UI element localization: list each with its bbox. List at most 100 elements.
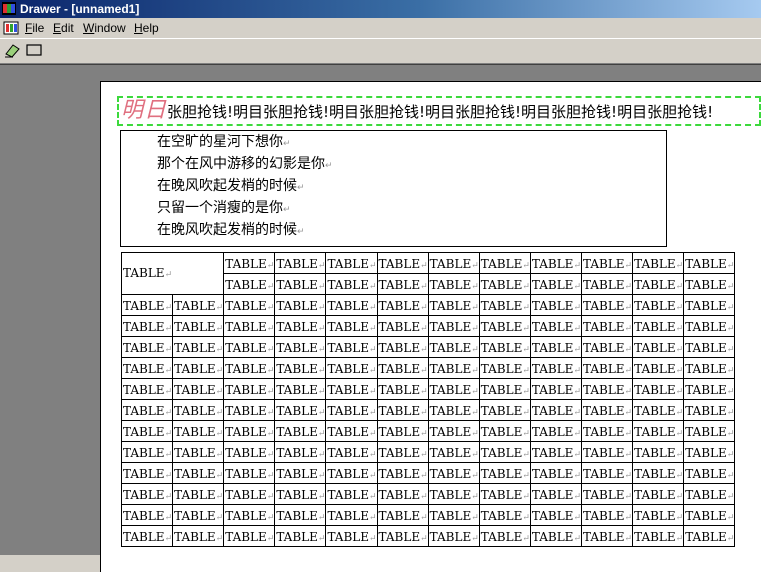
table-cell[interactable]: TABLE↵ <box>683 273 736 295</box>
table-cell[interactable]: TABLE↵ <box>580 504 634 526</box>
table-cell[interactable]: TABLE↵ <box>120 399 174 421</box>
table-cell[interactable]: TABLE↵ <box>427 357 480 379</box>
table-cell[interactable]: TABLE↵ <box>172 336 225 358</box>
table-cell[interactable]: TABLE↵ <box>274 294 327 316</box>
table-cell[interactable]: TABLE↵ <box>376 315 429 337</box>
table-cell[interactable]: TABLE↵ <box>376 399 429 421</box>
menu-window[interactable]: Window <box>81 18 128 38</box>
table-cell[interactable]: TABLE↵ <box>274 315 327 337</box>
table-cell[interactable]: TABLE↵ <box>223 378 276 400</box>
table-cell[interactable]: TABLE↵ <box>325 273 378 295</box>
table-cell[interactable]: TABLE↵ <box>376 357 429 379</box>
table-cell[interactable]: TABLE↵ <box>274 525 327 547</box>
table-cell[interactable]: TABLE↵ <box>632 441 685 463</box>
table-cell[interactable]: TABLE↵ <box>683 525 736 547</box>
table-cell[interactable]: TABLE↵ <box>632 252 685 274</box>
table-cell[interactable]: TABLE↵ <box>529 315 582 337</box>
table-cell[interactable]: TABLE↵ <box>223 525 276 547</box>
table-cell[interactable]: TABLE↵ <box>529 357 582 379</box>
table-cell[interactable]: TABLE↵ <box>529 462 582 484</box>
table-cell[interactable]: TABLE↵ <box>223 462 276 484</box>
table-cell[interactable]: TABLE↵ <box>478 420 531 442</box>
table-cell[interactable]: TABLE↵ <box>683 252 736 274</box>
table-cell[interactable]: TABLE↵ <box>376 525 429 547</box>
table-cell[interactable]: TABLE↵ <box>172 441 225 463</box>
table-cell[interactable]: TABLE↵ <box>325 483 378 505</box>
table-cell[interactable]: TABLE↵ <box>632 483 685 505</box>
table-cell[interactable]: TABLE↵ <box>325 441 378 463</box>
table-cell[interactable]: TABLE↵ <box>223 504 276 526</box>
table-cell[interactable]: TABLE↵ <box>427 483 480 505</box>
table-cell[interactable]: TABLE↵ <box>223 483 276 505</box>
table-cell[interactable]: TABLE↵ <box>478 357 531 379</box>
table-cell[interactable]: TABLE↵ <box>478 462 531 484</box>
table-cell[interactable]: TABLE↵ <box>683 357 736 379</box>
table-cell[interactable]: TABLE↵ <box>683 294 736 316</box>
table-cell[interactable]: TABLE↵ <box>580 441 634 463</box>
table-cell[interactable]: TABLE↵ <box>683 399 736 421</box>
table-cell[interactable]: TABLE↵ <box>325 315 378 337</box>
data-table[interactable]: TABLE↵ TABLE↵ TABLE↵ TABLE↵ TABLE↵ TABLE↵ TABL… <box>120 252 736 547</box>
table-cell[interactable]: TABLE↵ <box>580 378 634 400</box>
table-cell[interactable]: TABLE↵ <box>223 252 276 274</box>
table-cell[interactable]: TABLE↵ <box>120 441 174 463</box>
table-cell[interactable]: TABLE↵ <box>478 399 531 421</box>
table-cell[interactable]: TABLE↵ <box>172 525 225 547</box>
table-cell[interactable]: TABLE↵ <box>580 252 634 274</box>
table-cell[interactable]: TABLE↵ <box>172 294 225 316</box>
table-cell[interactable]: TABLE↵ <box>274 441 327 463</box>
table-cell[interactable]: TABLE↵ <box>223 420 276 442</box>
table-cell[interactable]: TABLE↵ <box>427 525 480 547</box>
table-cell[interactable]: TABLE↵ <box>223 315 276 337</box>
table-cell[interactable]: TABLE↵ <box>427 399 480 421</box>
table-cell[interactable]: TABLE↵ <box>529 399 582 421</box>
table-cell[interactable]: TABLE↵ <box>580 420 634 442</box>
table-cell[interactable]: TABLE↵ <box>223 357 276 379</box>
table-cell[interactable]: TABLE↵ <box>529 294 582 316</box>
table-cell[interactable]: TABLE↵ <box>274 504 327 526</box>
table-cell[interactable]: TABLE↵ <box>376 294 429 316</box>
table-cell[interactable]: TABLE↵ <box>172 399 225 421</box>
table-cell[interactable]: TABLE↵ <box>274 357 327 379</box>
table-cell[interactable]: TABLE↵ <box>376 273 429 295</box>
table-cell[interactable]: TABLE↵ <box>120 315 174 337</box>
table-cell[interactable]: TABLE↵ <box>120 462 174 484</box>
table-cell[interactable]: TABLE↵ <box>120 357 174 379</box>
table-cell[interactable]: TABLE↵ <box>632 273 685 295</box>
table-cell[interactable]: TABLE↵ <box>120 252 225 295</box>
poem-text-box[interactable]: 在空旷的星河下想你↵ 那个在风中游移的幻影是你↵ 在晚风吹起发梢的时候↵ 只留一… <box>120 130 667 247</box>
table-cell[interactable]: TABLE↵ <box>683 504 736 526</box>
table-cell[interactable]: TABLE↵ <box>120 378 174 400</box>
table-cell[interactable]: TABLE↵ <box>120 336 174 358</box>
table-cell[interactable]: TABLE↵ <box>683 378 736 400</box>
table-cell[interactable]: TABLE↵ <box>120 525 174 547</box>
table-cell[interactable]: TABLE↵ <box>376 420 429 442</box>
table-cell[interactable]: TABLE↵ <box>632 399 685 421</box>
document-icon[interactable] <box>3 21 19 35</box>
table-cell[interactable]: TABLE↵ <box>580 336 634 358</box>
table-cell[interactable]: TABLE↵ <box>683 336 736 358</box>
table-cell[interactable]: TABLE↵ <box>325 336 378 358</box>
table-cell[interactable]: TABLE↵ <box>632 462 685 484</box>
table-cell[interactable]: TABLE↵ <box>325 420 378 442</box>
menu-help[interactable]: Help <box>132 18 161 38</box>
table-cell[interactable]: TABLE↵ <box>223 273 276 295</box>
table-cell[interactable]: TABLE↵ <box>580 525 634 547</box>
table-cell[interactable]: TABLE↵ <box>376 483 429 505</box>
table-cell[interactable]: TABLE↵ <box>120 483 174 505</box>
table-cell[interactable]: TABLE↵ <box>632 504 685 526</box>
menu-file[interactable]: File <box>23 18 46 38</box>
table-cell[interactable]: TABLE↵ <box>325 462 378 484</box>
table-cell[interactable]: TABLE↵ <box>529 252 582 274</box>
table-cell[interactable]: TABLE↵ <box>325 252 378 274</box>
table-cell[interactable]: TABLE↵ <box>529 483 582 505</box>
table-cell[interactable]: TABLE↵ <box>632 378 685 400</box>
table-cell[interactable]: TABLE↵ <box>427 441 480 463</box>
table-cell[interactable]: TABLE↵ <box>223 441 276 463</box>
table-cell[interactable]: TABLE↵ <box>172 420 225 442</box>
table-cell[interactable]: TABLE↵ <box>580 294 634 316</box>
table-cell[interactable]: TABLE↵ <box>325 378 378 400</box>
table-cell[interactable]: TABLE↵ <box>529 441 582 463</box>
table-cell[interactable]: TABLE↵ <box>683 462 736 484</box>
table-cell[interactable]: TABLE↵ <box>274 252 327 274</box>
